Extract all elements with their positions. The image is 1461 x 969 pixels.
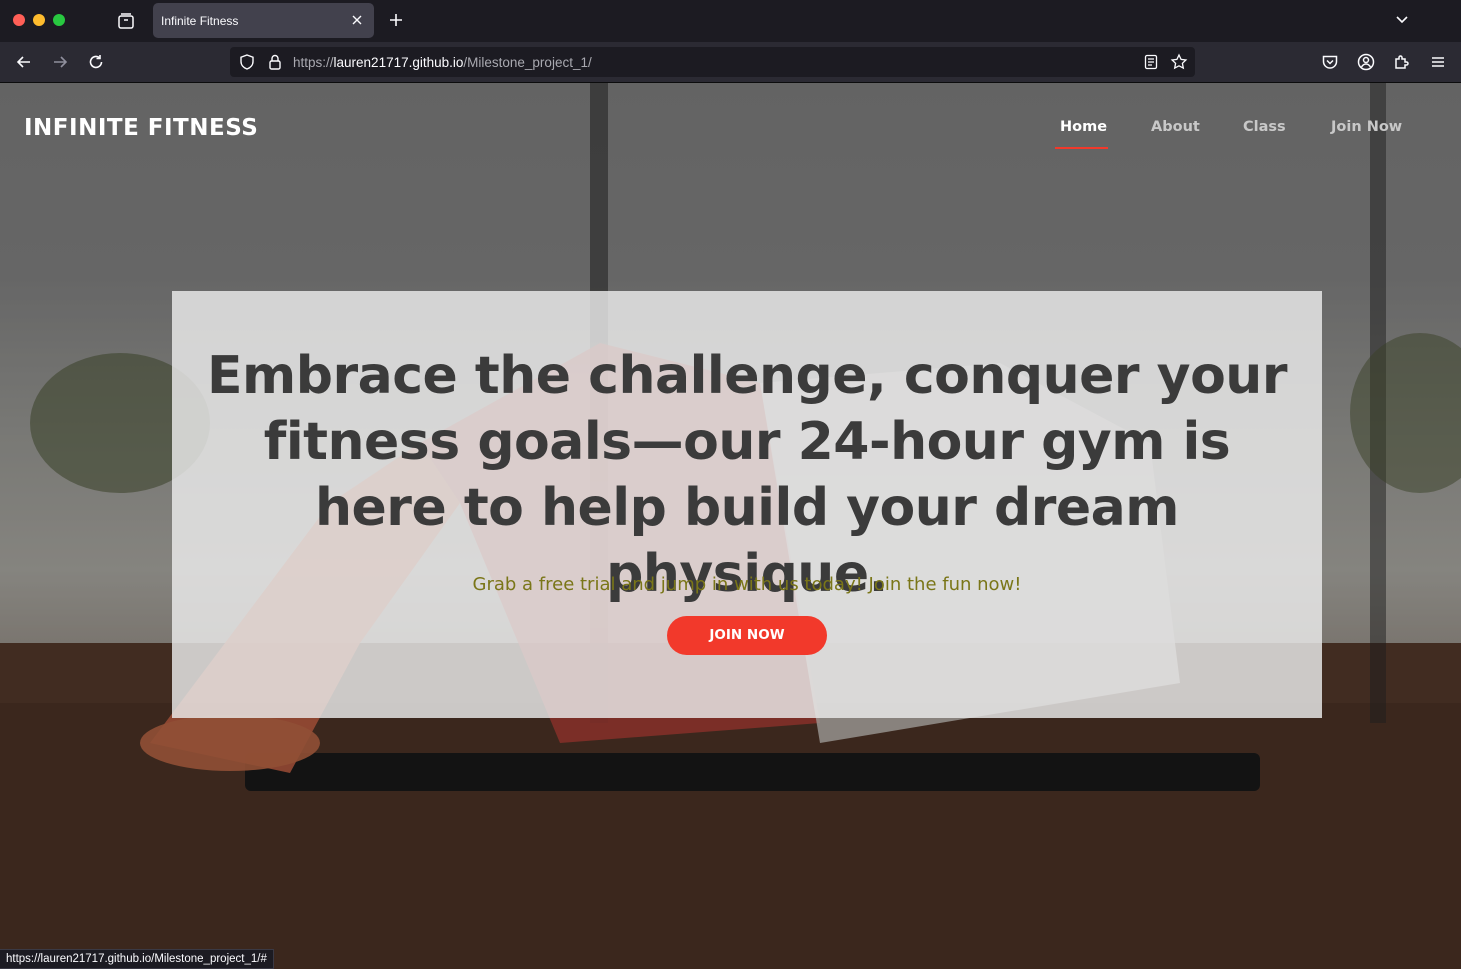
join-now-button[interactable]: JOIN NOW: [667, 616, 827, 655]
hero-subtext: Grab a free trial and jump in with us to…: [472, 574, 1022, 595]
tab-active[interactable]: Infinite Fitness: [153, 3, 374, 38]
bookmark-star-icon[interactable]: [1170, 53, 1188, 71]
status-bar-link-preview: https://lauren21717.github.io/Milestone_…: [0, 949, 274, 969]
url-path: /Milestone_project_1/: [463, 55, 592, 70]
window-zoom-button[interactable]: [53, 14, 65, 26]
url-bar[interactable]: https://lauren21717.github.io/Milestone_…: [230, 47, 1195, 77]
url-scheme: https://: [293, 55, 334, 70]
hamburger-menu-icon[interactable]: [1428, 52, 1448, 72]
nav-link-class[interactable]: Class: [1243, 119, 1286, 135]
browser-toolbar: https://lauren21717.github.io/Milestone_…: [0, 42, 1461, 83]
nav-link-about[interactable]: About: [1151, 119, 1200, 135]
hero-headline: Embrace the challenge, conquer your fitn…: [207, 346, 1287, 604]
pocket-icon[interactable]: [1320, 52, 1340, 72]
reader-view-icon[interactable]: [1142, 53, 1160, 71]
site-logo[interactable]: INFINITE FITNESS: [24, 115, 258, 141]
tab-title: Infinite Fitness: [161, 14, 239, 28]
browser-tab-bar: Infinite Fitness: [0, 0, 1461, 42]
tab-list-icon[interactable]: [114, 9, 138, 33]
new-tab-icon[interactable]: [386, 10, 406, 30]
reload-icon[interactable]: [86, 52, 106, 72]
account-icon[interactable]: [1356, 52, 1376, 72]
close-tab-icon[interactable]: [349, 12, 365, 28]
nav-link-join-now[interactable]: Join Now: [1331, 119, 1402, 135]
forward-arrow-icon[interactable]: [50, 52, 70, 72]
back-arrow-icon[interactable]: [14, 52, 34, 72]
window-minimize-button[interactable]: [33, 14, 45, 26]
lock-icon[interactable]: [266, 53, 284, 71]
chevron-down-icon[interactable]: [1392, 10, 1412, 30]
url-host: lauren21717.github.io: [333, 55, 464, 70]
extensions-puzzle-icon[interactable]: [1392, 52, 1412, 72]
url-text[interactable]: https://lauren21717.github.io/Milestone_…: [293, 55, 592, 70]
window-close-button[interactable]: [13, 14, 25, 26]
shield-icon[interactable]: [238, 53, 256, 71]
nav-link-home[interactable]: Home: [1060, 119, 1107, 135]
web-page: INFINITE FITNESS Home About Class Join N…: [0, 83, 1461, 969]
active-nav-indicator: [1055, 147, 1108, 149]
hero-panel: Embrace the challenge, conquer your fitn…: [172, 291, 1322, 718]
site-navigation: Home About Class Join Now: [1040, 119, 1420, 153]
